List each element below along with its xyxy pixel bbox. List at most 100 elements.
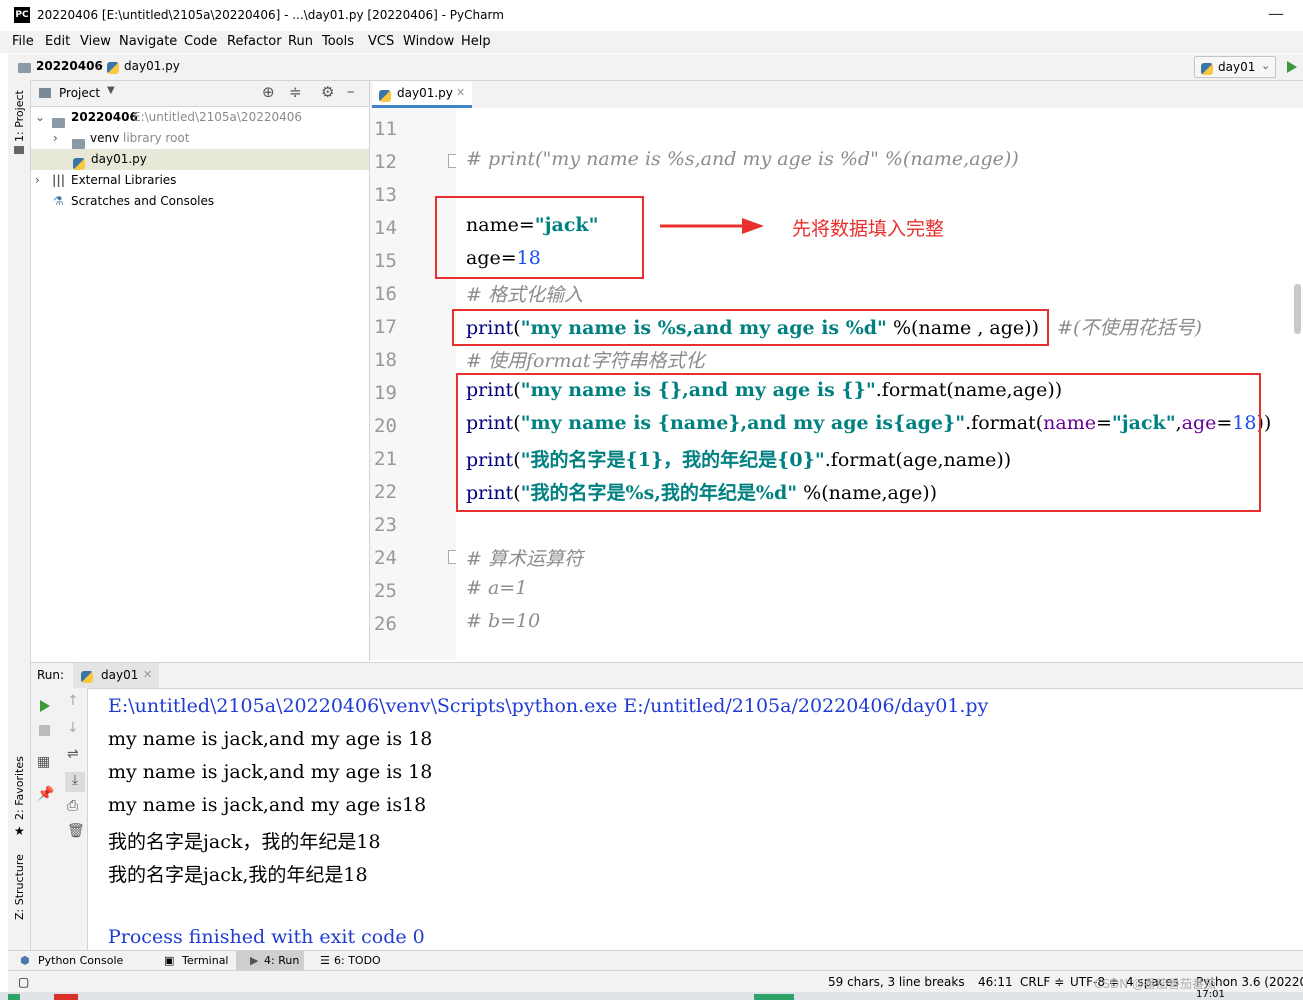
status-line-separator[interactable]: CRLF ≑ — [1020, 975, 1064, 989]
run-panel-header: Run: day01 ✕ — [31, 663, 1303, 689]
line-number: 12 — [374, 151, 397, 173]
library-icon: ||| — [52, 173, 66, 187]
status-selection: 59 chars, 3 line breaks — [828, 975, 965, 989]
arrow-down-icon[interactable]: ↓ — [67, 720, 79, 736]
toggle-tool-windows-icon[interactable]: ▢ — [18, 975, 29, 989]
chevron-down-icon: ⌄ — [1261, 59, 1271, 72]
menu-code[interactable]: Code — [184, 34, 217, 49]
left-tool-strip: 1: Project 2: Favorites ★ Z: Structure — [8, 80, 31, 950]
tree-row-external-libraries[interactable]: › ||| External Libraries — [31, 170, 369, 191]
tree-row-day01[interactable]: day01.py — [31, 149, 369, 170]
code-line: # 算术运算符 — [466, 548, 583, 570]
star-icon: ★ — [14, 824, 25, 838]
menu-run[interactable]: Run — [288, 34, 313, 49]
gear-icon[interactable]: ⚙ — [321, 83, 334, 101]
console-line-command: E:\untitled\2105a\20220406\venv\Scripts\… — [108, 695, 989, 717]
status-bar: ▢ 59 chars, 3 line breaks 46:11 CRLF ≑ U… — [8, 970, 1303, 993]
editor-tab-day01[interactable]: day01.py ✕ — [372, 81, 472, 108]
menu-window[interactable]: Window — [403, 34, 454, 49]
taskbar-app-icon[interactable] — [754, 994, 794, 1000]
minimize-button[interactable]: — — [1268, 4, 1284, 23]
print-icon[interactable]: ⎙ — [67, 798, 78, 814]
chevron-down-icon[interactable]: ▼ — [107, 85, 115, 96]
code-line: # a=1 — [466, 577, 528, 599]
console-line: my name is jack,and my age is18 — [108, 794, 427, 816]
status-caret-position[interactable]: 46:11 — [978, 975, 1013, 989]
line-number: 14 — [374, 217, 397, 239]
menu-refactor[interactable]: Refactor — [227, 34, 282, 49]
menu-tools[interactable]: Tools — [322, 34, 354, 49]
hide-icon[interactable]: – — [347, 82, 355, 100]
tool-tab-project[interactable]: 1: Project — [13, 90, 26, 142]
menu-navigate[interactable]: Navigate — [119, 34, 177, 49]
tool-tab-python-console[interactable]: Python Console — [38, 954, 123, 967]
menu-bar: File Edit View Navigate Code Refactor Ru… — [0, 31, 1303, 53]
tree-label-venv: venv — [90, 131, 120, 145]
rerun-icon[interactable] — [39, 699, 51, 713]
line-number: 15 — [374, 250, 397, 272]
python-file-icon — [1201, 61, 1213, 76]
code-editor[interactable]: # print("my name is %s,and my age is %d"… — [435, 108, 1303, 660]
menu-help[interactable]: Help — [461, 34, 491, 49]
menu-edit[interactable]: Edit — [45, 34, 70, 49]
chevron-right-icon: › — [35, 173, 40, 187]
menu-view[interactable]: View — [80, 34, 111, 49]
folder-icon — [14, 146, 24, 154]
tool-tab-project-label: 1: Project — [13, 90, 26, 142]
editor-scrollbar[interactable] — [1294, 284, 1301, 334]
layout-icon[interactable]: ▦ — [37, 754, 50, 770]
tool-tab-run[interactable]: 4: Run — [264, 954, 299, 967]
menu-file[interactable]: File — [12, 34, 34, 49]
trash-icon[interactable]: 🗑 — [67, 823, 85, 839]
line-number: 25 — [374, 580, 397, 602]
run-tab-day01[interactable]: day01 ✕ — [73, 663, 159, 688]
line-number: 20 — [374, 415, 397, 437]
arrow-up-icon[interactable]: ↑ — [67, 693, 79, 709]
tool-tab-favorites[interactable]: 2: Favorites — [13, 756, 26, 820]
scroll-to-end-icon[interactable]: ⤓ — [65, 772, 85, 792]
console-line: 我的名字是jack，我的年纪是18 — [108, 831, 381, 853]
close-icon[interactable]: ✕ — [456, 86, 465, 99]
taskbar-app-icon[interactable] — [54, 994, 78, 1000]
annotation-box-data — [435, 196, 644, 279]
run-tab-label: day01 — [101, 668, 139, 682]
window-title: 20220406 [E:\untitled\2105a\20220406] - … — [37, 8, 504, 22]
tool-tab-todo[interactable]: 6: TODO — [334, 954, 381, 967]
pin-icon[interactable]: 📌 — [37, 786, 54, 802]
pycharm-app-icon: PC — [14, 7, 30, 23]
tree-row-project-root[interactable]: ⌄ 20220406 E:\untitled\2105a\20220406 — [31, 107, 369, 128]
chevron-right-icon: › — [53, 131, 58, 145]
tool-tab-terminal[interactable]: Terminal — [182, 954, 229, 967]
tree-label-day01: day01.py — [91, 152, 147, 166]
console-line: 我的名字是jack,我的年纪是18 — [108, 864, 368, 886]
tree-label-project: 20220406 — [71, 110, 138, 124]
locate-icon[interactable]: ⊕ — [262, 83, 275, 101]
collapse-all-icon[interactable]: ≑ — [289, 83, 302, 101]
tool-tab-favorites-label: 2: Favorites — [13, 756, 26, 820]
stop-icon[interactable] — [39, 725, 50, 736]
line-number: 16 — [374, 283, 397, 305]
chevron-down-icon: ⌄ — [35, 110, 46, 124]
breadcrumb-file[interactable]: day01.py — [124, 59, 180, 73]
soft-wrap-icon[interactable]: ⇌ — [67, 746, 79, 762]
run-icon[interactable] — [1286, 60, 1298, 74]
close-icon[interactable]: ✕ — [143, 668, 152, 681]
line-number: 26 — [374, 613, 397, 635]
project-view-title[interactable]: Project — [59, 86, 100, 100]
editor-tab-bar: day01.py ✕ — [370, 81, 1303, 109]
python-file-icon — [107, 60, 119, 75]
tree-row-scratches[interactable]: ⚗ Scratches and Consoles — [31, 191, 369, 212]
taskbar-app-icon[interactable] — [8, 994, 20, 1000]
python-console-icon: ⬢ — [20, 954, 30, 967]
scratches-icon: ⚗ — [53, 194, 64, 208]
tree-row-venv[interactable]: › venv library root — [31, 128, 369, 149]
code-line: # print("my name is %s,and my age is %d"… — [466, 148, 1019, 170]
editor-gutter: 11 12 13 14 15 16 17 18 19 20 21 22 23 2… — [370, 108, 459, 660]
run-config-select[interactable]: day01 ⌄ — [1194, 56, 1276, 78]
tool-tab-structure[interactable]: Z: Structure — [13, 854, 26, 920]
title-bar: PC 20220406 [E:\untitled\2105a\20220406]… — [0, 0, 1303, 32]
breadcrumb-project[interactable]: 20220406 — [36, 59, 103, 73]
line-number: 19 — [374, 382, 397, 404]
menu-vcs[interactable]: VCS — [368, 34, 394, 49]
annotation-arrow-icon — [660, 218, 764, 234]
